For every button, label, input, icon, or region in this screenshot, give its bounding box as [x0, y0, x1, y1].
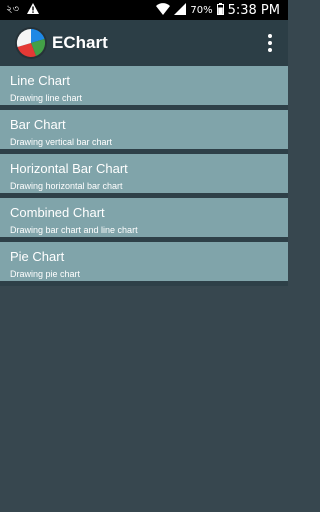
battery-percent: 70%: [190, 4, 213, 16]
list-item-subtitle: Drawing pie chart: [10, 269, 81, 279]
wifi-icon: [156, 2, 171, 18]
list-item-title: Line Chart: [10, 73, 70, 88]
signal-icon: [174, 2, 187, 18]
chart-list: Line Chart Drawing line chart Bar Chart …: [0, 66, 288, 286]
list-item-title: Combined Chart: [10, 205, 105, 220]
list-item-pie-chart[interactable]: Pie Chart Drawing pie chart: [0, 242, 288, 286]
list-item-title: Bar Chart: [10, 117, 66, 132]
list-item-line-chart[interactable]: Line Chart Drawing line chart: [0, 66, 288, 110]
list-item-title: Pie Chart: [10, 249, 65, 264]
list-item-subtitle: Drawing bar chart and line chart: [10, 225, 138, 235]
list-item-subtitle: Drawing line chart: [10, 93, 83, 103]
battery-icon: [216, 2, 224, 18]
app-title: EChart: [52, 33, 108, 52]
status-left-text: ২৩: [6, 3, 20, 15]
list-item-subtitle: Drawing vertical bar chart: [10, 137, 113, 147]
app-bar: EChart: [0, 20, 288, 66]
list-item-horizontal-bar-chart[interactable]: Horizontal Bar Chart Drawing horizontal …: [0, 154, 288, 198]
status-bar: ২৩ 70% 5:38 PM: [0, 0, 288, 20]
list-item-combined-chart[interactable]: Combined Chart Drawing bar chart and lin…: [0, 198, 288, 242]
list-item-title: Horizontal Bar Chart: [10, 161, 128, 176]
status-time: 5:38 PM: [227, 2, 280, 18]
overflow-menu-icon[interactable]: [264, 31, 276, 55]
list-item-bar-chart[interactable]: Bar Chart Drawing vertical bar chart: [0, 110, 288, 154]
list-item-subtitle: Drawing horizontal bar chart: [10, 181, 123, 191]
warning-icon: [27, 3, 40, 17]
app-logo-icon: [14, 26, 48, 60]
